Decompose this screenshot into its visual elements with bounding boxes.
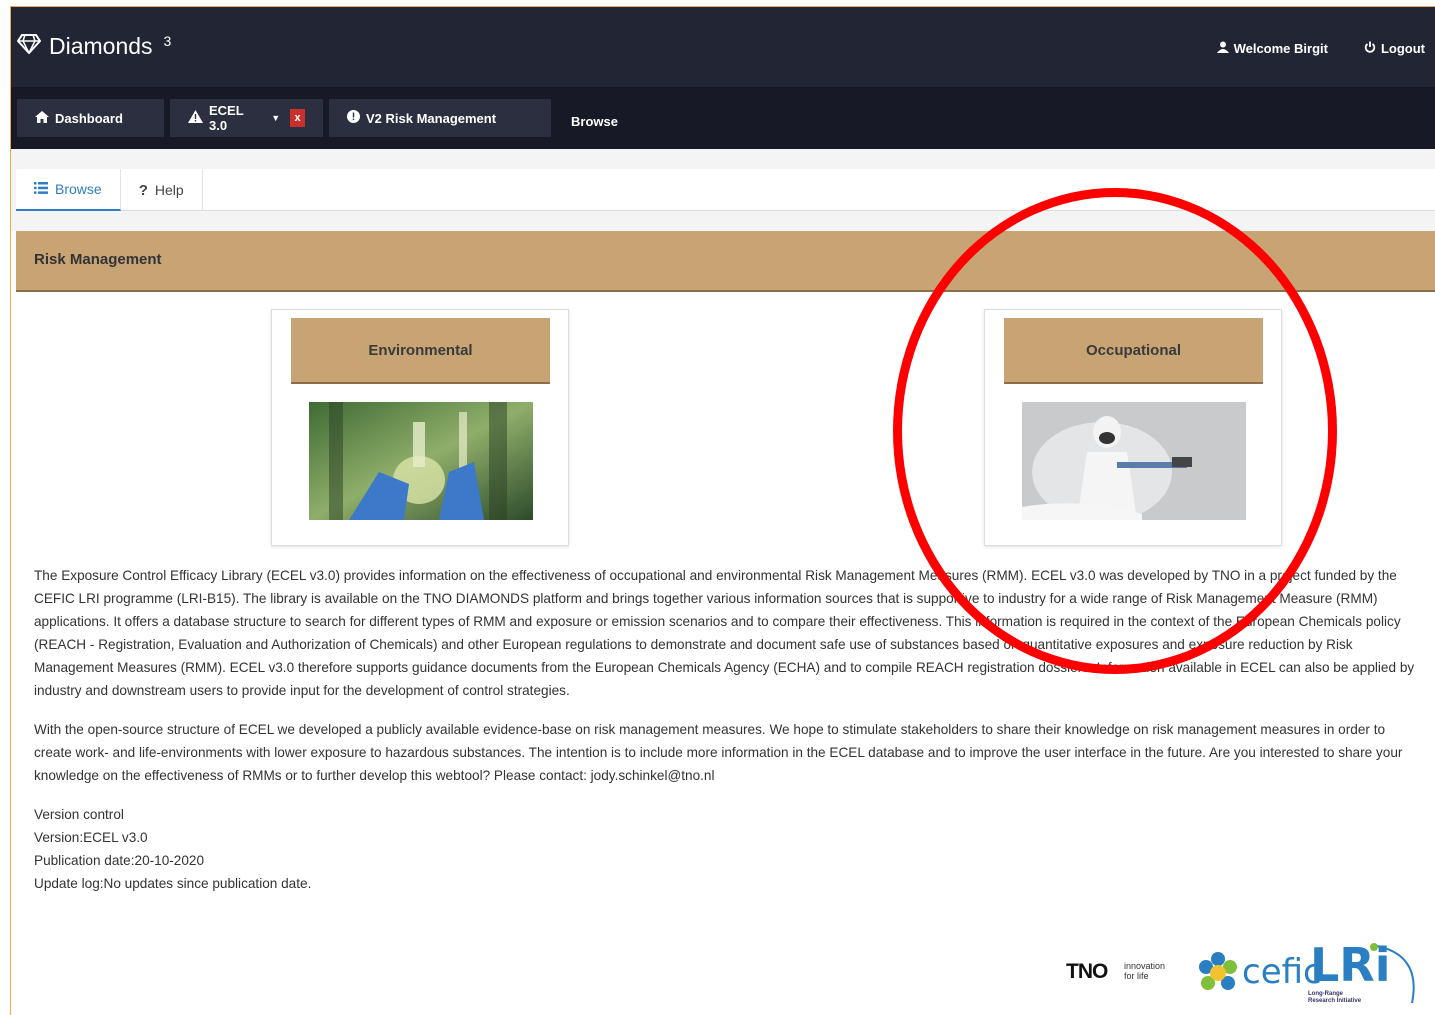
- home-icon: [35, 110, 49, 126]
- nav-v2-label: V2 Risk Management: [366, 110, 497, 126]
- info-icon: [347, 110, 360, 126]
- environmental-card-title[interactable]: Environmental: [291, 318, 550, 384]
- highlight-circle-annotation: [893, 188, 1337, 674]
- main-nav: Dashboard ECEL 3.0 ▼ x V2 Risk Managemen…: [11, 87, 1435, 149]
- nav-dashboard-label: Dashboard: [55, 110, 123, 126]
- list-icon: [34, 181, 48, 197]
- lri-tagline: Long-Range Research Initiative: [1308, 991, 1361, 1005]
- tno-tagline-line-2: for life: [1124, 971, 1149, 981]
- sub-tabs: Browse ? Help: [16, 169, 1435, 211]
- section-title: Risk Management: [34, 251, 162, 268]
- welcome-user[interactable]: Welcome Birgit: [1216, 41, 1328, 56]
- nav-tab-ecel[interactable]: ECEL 3.0 ▼ x: [170, 99, 323, 137]
- app-version-sup: 3: [163, 32, 172, 49]
- version-control: Version control Version:ECEL v3.0 Public…: [34, 803, 1426, 895]
- welcome-label: Welcome Birgit: [1233, 41, 1328, 56]
- lri-arc-icon: [1362, 943, 1426, 1015]
- tno-tagline: innovation for life: [1124, 961, 1165, 981]
- cefic-flower-icon: [1196, 951, 1240, 1000]
- version-control-title: Version control: [34, 807, 124, 822]
- nav-breadcrumb-browse[interactable]: Browse: [571, 114, 618, 129]
- question-icon: ?: [138, 181, 148, 199]
- tab-browse[interactable]: Browse: [16, 169, 121, 211]
- lri-tagline-line-2: Research Initiative: [1308, 998, 1362, 1004]
- tab-help[interactable]: ? Help: [121, 169, 203, 211]
- power-icon: [1364, 41, 1376, 56]
- warning-icon: [188, 110, 203, 126]
- user-icon: [1216, 41, 1229, 56]
- tno-tagline-line-1: innovation: [1124, 961, 1166, 971]
- user-menu: Welcome Birgit Logout: [1216, 41, 1425, 56]
- update-log: Update log:No updates since publication …: [34, 876, 312, 891]
- nav-tab-v2-risk-management[interactable]: V2 Risk Management: [329, 99, 551, 137]
- logout-label: Logout: [1380, 41, 1425, 56]
- nav-ecel-label: ECEL 3.0: [209, 103, 244, 133]
- tno-logo: TNO: [1066, 960, 1108, 983]
- tab-help-label: Help: [154, 182, 184, 198]
- app-brand[interactable]: Diamonds 3: [16, 32, 172, 60]
- environmental-card[interactable]: Environmental: [271, 309, 569, 546]
- logout-button[interactable]: Logout: [1364, 41, 1425, 56]
- close-tab-button[interactable]: x: [290, 109, 305, 127]
- lri-tagline-line-1: Long-Range: [1308, 991, 1343, 997]
- app-name: Diamonds: [49, 33, 153, 59]
- diamond-icon: [16, 33, 42, 60]
- tab-browse-label: Browse: [55, 181, 102, 197]
- partner-logos: TNO innovation for life cefic LRi Long-R…: [1066, 935, 1426, 1010]
- caret-down-icon[interactable]: ▼: [271, 113, 280, 123]
- publication-date: Publication date:20-10-2020: [34, 853, 205, 868]
- environmental-image[interactable]: [309, 402, 533, 520]
- top-header: Diamonds 3 Welcome Birgit Logout: [11, 7, 1435, 87]
- nav-tab-dashboard[interactable]: Dashboard: [17, 99, 164, 137]
- description-paragraph-2: With the open-source structure of ECEL w…: [34, 722, 1403, 783]
- version-value: Version:ECEL v3.0: [34, 830, 148, 845]
